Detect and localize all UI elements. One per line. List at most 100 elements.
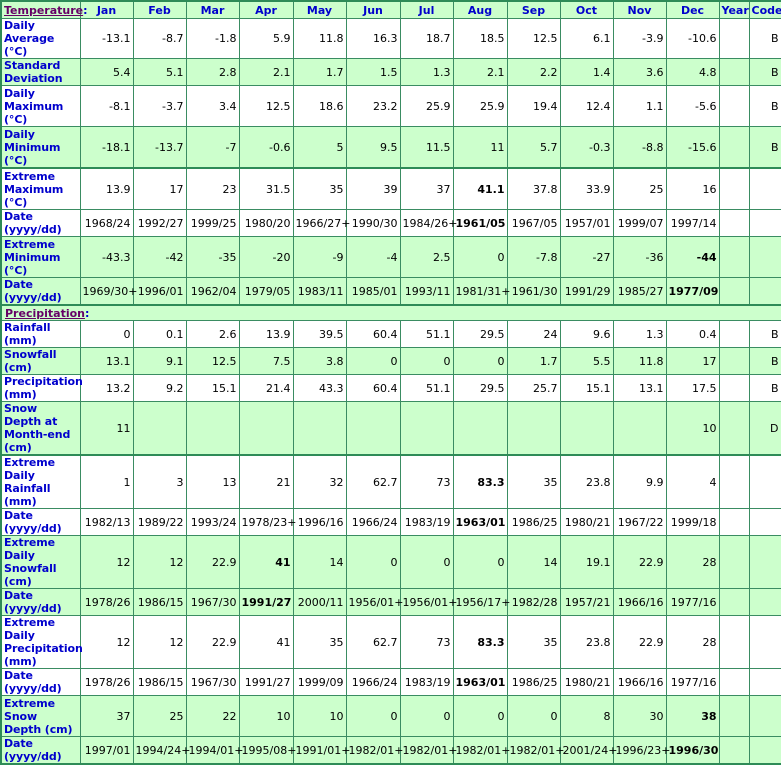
cell-sep: 12.5 — [506, 18, 561, 59]
table-row-precipitation: Precipitation (mm) 13.2 9.2 15.1 21.4 43.3 60.… — [0, 374, 781, 402]
temperature-rows: Daily Average (°C) -13.1 -8.7 -1.8 5.9 11.8 16… — [0, 18, 781, 306]
cell-feb: 1994/24+ — [132, 736, 190, 765]
cell-apr — [238, 401, 294, 456]
header-row: Temperature: Jan Feb Mar Apr May Jun Jul… — [0, 0, 781, 19]
cell-feb: -42 — [132, 236, 187, 278]
cell-code — [748, 209, 781, 237]
cell-jun: 39 — [345, 167, 401, 210]
cell-jul: 1983/19 — [399, 668, 454, 696]
cell-oct: 19.1 — [559, 535, 614, 589]
row-label: Date (yyyy/dd) — [0, 588, 81, 616]
cell-jan: -8.1 — [79, 85, 134, 127]
cell-jul: 2.5 — [399, 236, 454, 278]
month-header-sep: Sep — [506, 0, 561, 19]
month-header-aug: Aug — [452, 0, 508, 19]
cell-dec: 4 — [665, 454, 720, 509]
cell-jan: -13.1 — [79, 18, 134, 59]
row-label: Date (yyyy/dd) — [0, 508, 81, 536]
cell-jul: 51.1 — [399, 374, 454, 402]
table-row-date: Date (yyyy/dd) 1968/24 1992/27 1999/25 1980/… — [0, 209, 781, 237]
row-label: Daily Average (°C) — [0, 18, 81, 59]
cell-mar: 2.6 — [185, 320, 240, 348]
cell-apr: 2.1 — [238, 58, 294, 86]
cell-may: 14 — [292, 535, 347, 589]
cell-feb — [132, 401, 187, 456]
cell-sep: 0 — [506, 695, 561, 737]
cell-jun: 0 — [345, 347, 401, 375]
cell-aug: 25.9 — [452, 85, 508, 127]
cell-code: D — [748, 401, 781, 456]
cell-year — [718, 615, 750, 669]
cell-dec: 1999/18 — [665, 508, 720, 536]
cell-oct: -27 — [559, 236, 614, 278]
cell-sep: 19.4 — [506, 85, 561, 127]
month-header-jan: Jan — [79, 0, 134, 19]
cell-may: 1996/16 — [292, 508, 347, 536]
cell-jul: 0 — [399, 347, 454, 375]
cell-year — [718, 695, 750, 737]
cell-aug: 83.3 — [452, 615, 508, 669]
cell-jul — [399, 401, 454, 456]
cell-jan: 1982/13 — [79, 508, 134, 536]
cell-code: B — [748, 320, 781, 348]
cell-jan: 1978/26 — [79, 588, 134, 616]
cell-jul: 73 — [399, 615, 454, 669]
table-row-daily-minimum: Daily Minimum (°C) -18.1 -13.7 -7 -0.6 5 9.5 11… — [0, 126, 781, 169]
cell-jan: -18.1 — [79, 126, 134, 169]
table-row-date: Date (yyyy/dd) 1978/26 1986/15 1967/30 1991/… — [0, 588, 781, 616]
cell-mar: 1967/30 — [185, 668, 240, 696]
cell-may: 5 — [292, 126, 347, 169]
cell-code — [748, 535, 781, 589]
climate-normals-table: Temperature: Jan Feb Mar Apr May Jun Jul… — [0, 0, 781, 765]
cell-aug: 1961/05 — [452, 209, 508, 237]
precipitation-link[interactable]: Precipitation — [5, 307, 85, 320]
cell-apr: 10 — [238, 695, 294, 737]
cell-sep: 1967/05 — [506, 209, 561, 237]
cell-nov: 1967/22 — [612, 508, 667, 536]
cell-apr: 1991/27 — [238, 588, 294, 616]
cell-aug: 1956/17+ — [452, 588, 510, 616]
cell-may: 1966/27+ — [292, 209, 350, 237]
cell-jan: 37 — [79, 695, 134, 737]
temperature-link[interactable]: Temperature — [4, 4, 83, 17]
cell-aug: 1981/31+ — [452, 277, 510, 306]
cell-jun: 1990/30 — [345, 209, 401, 237]
cell-may: 2000/11 — [292, 588, 347, 616]
cell-jan: -43.3 — [79, 236, 134, 278]
cell-may: 1991/01+ — [292, 736, 350, 765]
cell-aug: 0 — [452, 236, 508, 278]
table-row-date: Date (yyyy/dd) 1978/26 1986/15 1967/30 1991/… — [0, 668, 781, 696]
month-header-may: May — [292, 0, 347, 19]
cell-sep — [506, 401, 561, 456]
cell-feb: -13.7 — [132, 126, 187, 169]
cell-aug: 18.5 — [452, 18, 508, 59]
cell-may: 35 — [292, 615, 347, 669]
cell-nov: 1999/07 — [612, 209, 667, 237]
precipitation-rows: Precipitation: Rainfall (mm) 0 0.1 2.6 13.9 3… — [0, 304, 781, 765]
cell-apr: 41 — [238, 535, 294, 589]
row-label: Extreme Daily Precipitation (mm) — [0, 615, 83, 669]
cell-feb: 1986/15 — [132, 668, 187, 696]
cell-feb: 9.2 — [132, 374, 187, 402]
cell-jul: 1982/01+ — [399, 736, 457, 765]
table-row-extreme-daily-rainfall: Extreme Daily Rainfall (mm) 1 3 13 21 32 62.7 7… — [0, 454, 781, 509]
cell-sep: -7.8 — [506, 236, 561, 278]
table-row-rainfall: Rainfall (mm) 0 0.1 2.6 13.9 39.5 60.4 51.1 29.5… — [0, 320, 781, 348]
cell-oct: 1980/21 — [559, 508, 614, 536]
cell-oct: 9.6 — [559, 320, 614, 348]
cell-jan: 1969/30+ — [79, 277, 137, 306]
cell-jun: 0 — [345, 535, 401, 589]
cell-feb: 5.1 — [132, 58, 187, 86]
cell-jan: 1997/01 — [79, 736, 134, 765]
table-row-extreme-minimum: Extreme Minimum (°C) -43.3 -42 -35 -20 -9 -4 2.… — [0, 236, 781, 278]
cell-code — [748, 454, 781, 509]
table-row-date: Date (yyyy/dd) 1997/01 1994/24+ 1994/01+ 199… — [0, 736, 781, 765]
cell-jun — [345, 401, 401, 456]
cell-dec: 28 — [665, 535, 720, 589]
cell-feb: 1989/22 — [132, 508, 187, 536]
table-row-date: Date (yyyy/dd) 1969/30+ 1996/01 1962/04 1979… — [0, 277, 781, 306]
cell-apr: 7.5 — [238, 347, 294, 375]
row-label: Extreme Daily Snowfall (cm) — [0, 535, 81, 589]
cell-oct: 33.9 — [559, 167, 614, 210]
cell-jun: 1.5 — [345, 58, 401, 86]
